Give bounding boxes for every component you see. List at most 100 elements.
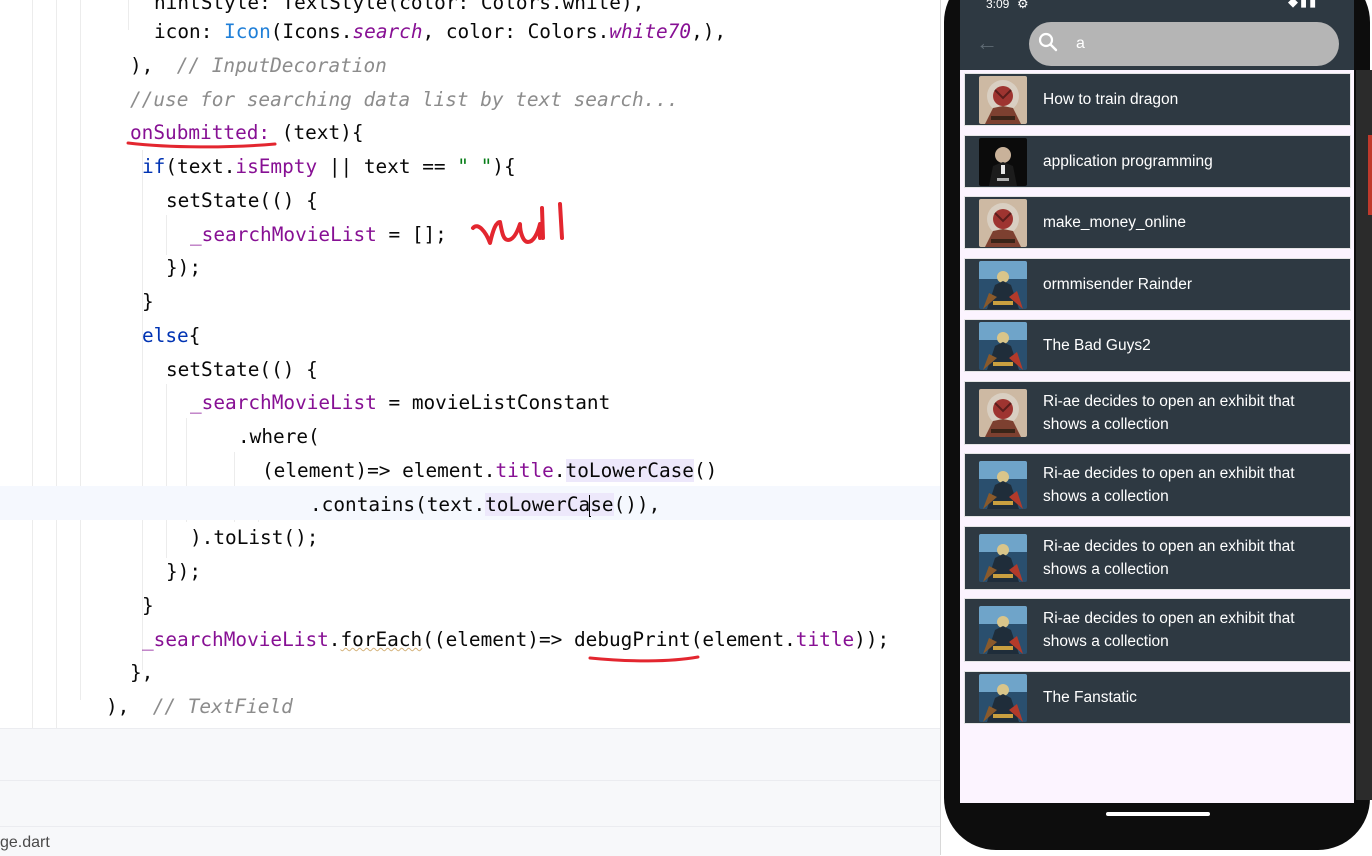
code-line-close-setstate-1[interactable]: }); xyxy=(166,253,201,283)
code-line-where[interactable]: .where( xyxy=(238,422,320,452)
code-token: " " xyxy=(457,155,493,178)
search-input-value[interactable]: a xyxy=(1076,35,1085,53)
status-bar: ge.dart xyxy=(0,826,940,856)
code-line-icon[interactable]: icon: Icon(Icons.search, color: Colors.w… xyxy=(154,17,726,47)
code-token: white70 xyxy=(609,20,692,43)
underline-debugPrint xyxy=(588,655,700,663)
code-token: title xyxy=(495,459,554,482)
indent-guide xyxy=(128,0,129,30)
code-token: { xyxy=(188,324,201,347)
indent-guide xyxy=(166,215,167,255)
code-line-else[interactable]: else{ xyxy=(142,321,200,351)
emulator-screen: 3:09 ⚙ ◆▮▮ ← a How to train dragon applic… xyxy=(960,0,1354,803)
movie-list-item[interactable]: Ri-ae decides to open an exhibit that sh… xyxy=(964,453,1351,517)
code-line-close-deco[interactable]: ), // InputDecoration xyxy=(130,51,387,81)
movie-list-item[interactable]: The Fanstatic xyxy=(964,670,1351,724)
code-token: || text == xyxy=(317,155,458,178)
movie-list-item[interactable]: Ri-ae decides to open an exhibit that sh… xyxy=(964,380,1351,445)
movie-list-item[interactable]: ormmisender Rainder xyxy=(964,257,1351,311)
movie-title: The Bad Guys2 xyxy=(1043,337,1151,354)
code-line-setstate-1[interactable]: setState(() { xyxy=(166,186,318,216)
code-token: } xyxy=(142,594,154,617)
movie-list-item[interactable]: Ri-ae decides to open an exhibit that sh… xyxy=(964,525,1351,590)
code-token: }, xyxy=(130,661,154,684)
code-line-contains[interactable]: .contains(text.toLowerCase()), xyxy=(310,490,660,520)
code-token: se xyxy=(590,493,614,516)
handwritten-null xyxy=(471,202,564,245)
code-token: = movieListConstant xyxy=(376,391,611,414)
avengers-poster-thumbnail xyxy=(979,606,1027,654)
status-time: 3:09 xyxy=(986,0,1010,11)
avengers-poster-thumbnail xyxy=(979,533,1027,582)
window-divider xyxy=(940,0,941,855)
code-token: setState(() { xyxy=(166,358,318,381)
movie-list-item[interactable]: The Bad Guys2 xyxy=(964,319,1351,372)
code-token: onSubmitted: xyxy=(130,121,271,144)
code-line-close-textfield[interactable]: ), // TextField xyxy=(106,692,293,722)
code-line-assign-empty[interactable]: _searchMovieList = []; xyxy=(190,220,447,250)
movie-title: The Fanstatic xyxy=(1043,688,1137,706)
search-field[interactable]: a xyxy=(1029,22,1339,66)
indent-guide xyxy=(56,0,57,728)
code-token: _searchMovieList xyxy=(190,223,377,246)
code-token: () xyxy=(693,459,718,482)
search-icon xyxy=(1038,32,1058,52)
godfather-poster-thumbnail xyxy=(979,137,1027,186)
code-line-close-if[interactable]: } xyxy=(142,287,154,317)
code-line-assign-list[interactable]: _searchMovieList = movieListConstant xyxy=(190,388,610,418)
status-file-name[interactable]: ge.dart xyxy=(0,834,50,852)
code-token: _searchMovieList xyxy=(190,391,377,414)
code-line-tolist[interactable]: ).toList(); xyxy=(190,523,318,553)
code-token: isEmpty xyxy=(235,155,318,178)
movie-list-item[interactable]: application programming xyxy=(964,134,1351,188)
code-line-close-else[interactable]: } xyxy=(142,591,154,621)
movie-list-item[interactable]: make_money_online xyxy=(964,196,1351,249)
back-arrow-icon[interactable]: ← xyxy=(970,28,1004,58)
code-token: }); xyxy=(166,560,202,583)
gesture-nav-bar[interactable] xyxy=(1106,812,1210,816)
code-token: (element)=> element. xyxy=(262,459,496,482)
offscreen-accent xyxy=(1368,135,1372,215)
movie-title: ormmisender Rainder xyxy=(1043,275,1193,293)
code-token: }); xyxy=(166,256,202,279)
code-token: ((element)=> debugPrint(element. xyxy=(422,628,796,651)
indent-guide xyxy=(32,0,33,728)
code-token: (text. xyxy=(165,155,236,178)
movie-title: Ri-ae decides to open an exhibit that sh… xyxy=(1043,392,1295,433)
code-editor[interactable]: hintStyle: TextStyle(color: Colors.white… xyxy=(0,0,940,728)
code-line-element-title[interactable]: (element)=> element.title.toLowerCase() xyxy=(262,456,717,486)
code-token: (Icons. xyxy=(270,20,353,43)
code-token: if xyxy=(142,155,166,178)
code-token: ), xyxy=(106,695,153,718)
code-token: . xyxy=(553,459,566,482)
code-token: )); xyxy=(854,628,890,651)
code-token: // TextField xyxy=(152,695,293,718)
code-token: } xyxy=(142,290,154,313)
code-token: search xyxy=(352,20,423,43)
signal-battery-icon: ◆▮▮ xyxy=(1288,0,1319,9)
movie-list-item[interactable]: Ri-ae decides to open an exhibit that sh… xyxy=(964,598,1351,662)
avengers-poster-thumbnail xyxy=(979,322,1027,370)
spider-poster-thumbnail xyxy=(979,76,1027,124)
movie-title: How to train dragon xyxy=(1043,91,1179,108)
android-status-bar: 3:09 ⚙ ◆▮▮ xyxy=(960,0,1354,14)
code-line-close-callback[interactable]: }, xyxy=(130,658,153,688)
code-token: else xyxy=(142,324,189,347)
code-line-close-setstate-2[interactable]: }); xyxy=(166,557,201,587)
code-line-foreach[interactable]: _searchMovieList.forEach((element)=> deb… xyxy=(142,625,889,655)
code-token: _searchMovieList xyxy=(142,628,329,651)
code-line-if-empty[interactable]: if(text.isEmpty || text == " "){ xyxy=(142,152,516,182)
code-line-setstate-2[interactable]: setState(() { xyxy=(166,355,318,385)
code-token: = []; xyxy=(376,223,447,246)
avengers-poster-thumbnail xyxy=(979,673,1027,722)
code-token: setState(() { xyxy=(166,189,318,212)
code-token: forEach xyxy=(340,628,423,651)
code-token: . xyxy=(328,628,341,651)
code-line-hinttext[interactable]: hintStyle: TextStyle(color: Colors.white… xyxy=(154,0,644,18)
code-line-on-submitted[interactable]: onSubmitted: (text){ xyxy=(130,118,364,148)
code-line-comment-search[interactable]: //use for searching data list by text se… xyxy=(130,85,679,115)
movie-title: Ri-ae decides to open an exhibit that sh… xyxy=(1043,610,1295,650)
movie-list-item[interactable]: How to train dragon xyxy=(964,73,1351,126)
indent-guide xyxy=(166,384,167,558)
tool-window-strip xyxy=(0,780,940,827)
